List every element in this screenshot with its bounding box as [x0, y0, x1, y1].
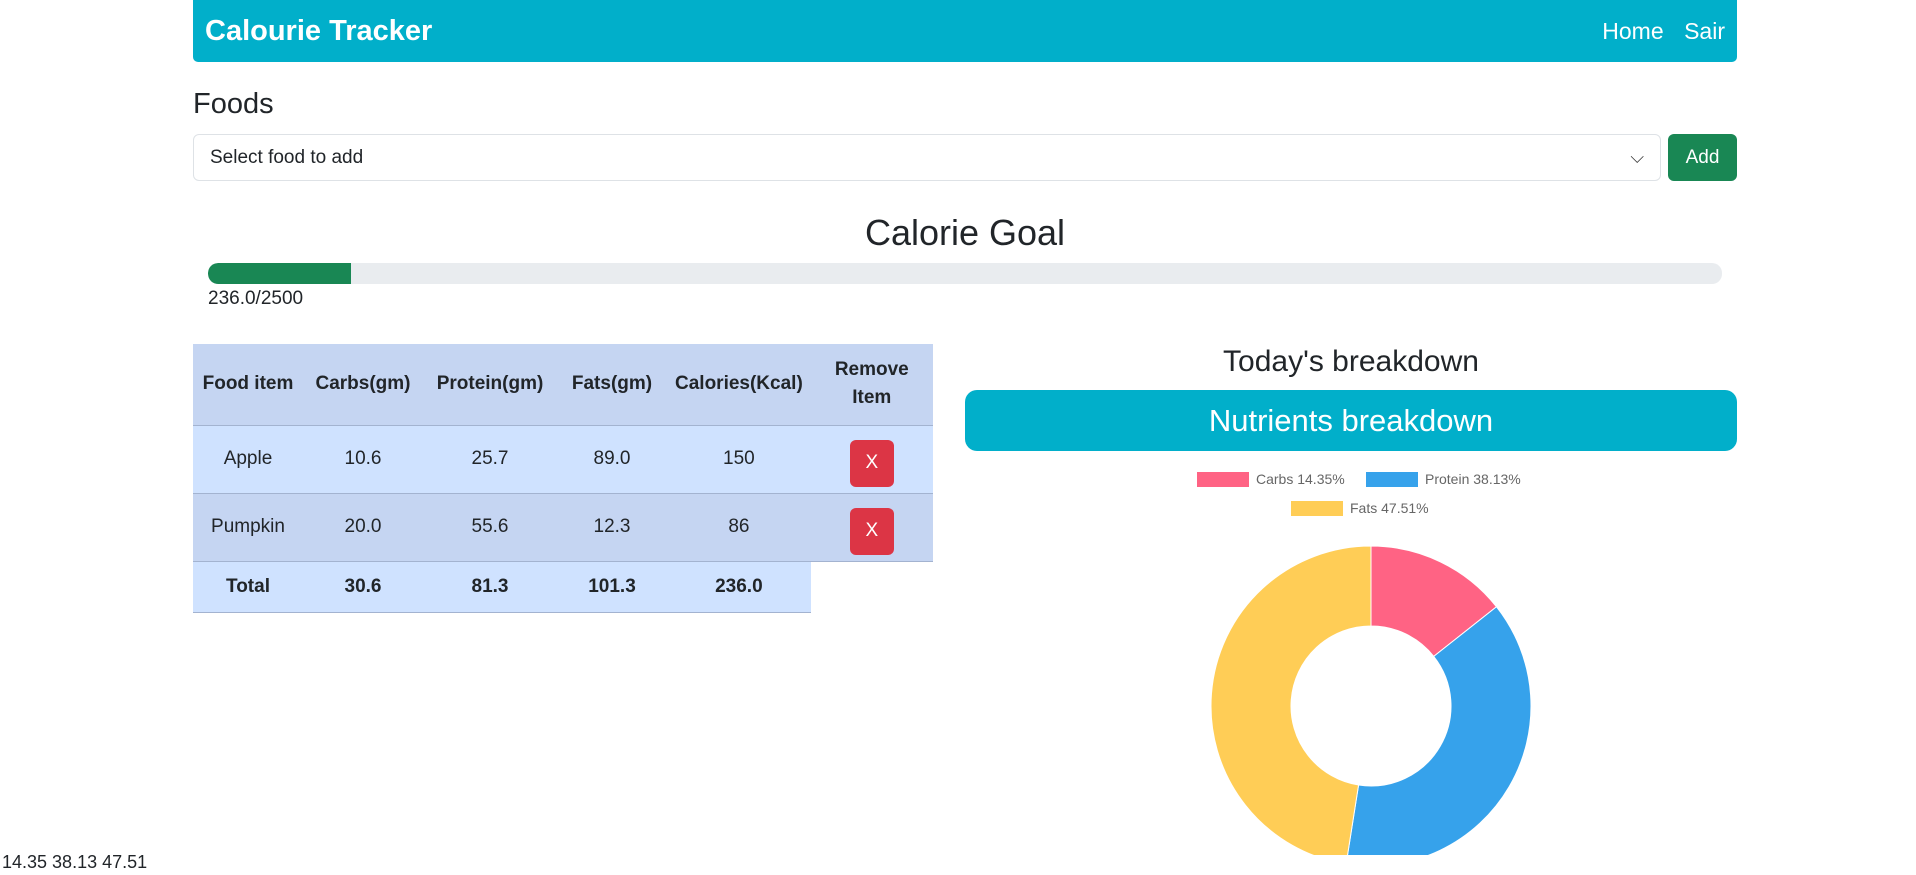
legend-carbs[interactable]: Carbs 14.35% [1197, 471, 1345, 487]
header-calories: Calories(Kcal) [667, 344, 811, 426]
legend-swatch [1366, 471, 1418, 487]
header-food: Food item [193, 344, 303, 426]
total-protein: 81.3 [423, 561, 557, 613]
donut-slice-fats[interactable] [1210, 545, 1372, 855]
total-empty [810, 561, 933, 612]
legend-protein[interactable]: Protein 38.13% [1366, 471, 1521, 487]
nutrients-donut-chart [1210, 545, 1532, 855]
cell-food: Pumpkin [193, 493, 303, 562]
nav-sair-link[interactable]: Sair [1684, 18, 1725, 44]
legend-fats[interactable]: Fats 47.51% [1291, 500, 1429, 516]
header-remove: Remove Item [810, 344, 933, 426]
header-fats: Fats(gm) [557, 344, 667, 426]
nav-home-link[interactable]: Home [1602, 18, 1663, 44]
cell-protein: 25.7 [423, 425, 557, 494]
foods-heading: Foods [193, 88, 274, 120]
cell-fats: 89.0 [557, 425, 667, 494]
cell-calories: 150 [667, 425, 811, 494]
add-button[interactable]: Add [1668, 134, 1737, 181]
remove-pumpkin-button[interactable]: X [849, 507, 894, 555]
legend-label: Fats 47.51% [1350, 500, 1429, 516]
progress-label: 236.0/2500 [208, 288, 304, 309]
cell-calories: 86 [667, 493, 811, 562]
food-select[interactable]: Select food to add ⌵ [193, 134, 1661, 181]
header-protein: Protein(gm) [423, 344, 557, 426]
cell-fats: 12.3 [557, 493, 667, 562]
total-label: Total [193, 561, 303, 613]
table-row: Apple 10.6 25.7 89.0 150 X [193, 425, 933, 494]
legend-swatch [1197, 471, 1249, 487]
cell-remove: X [810, 493, 933, 562]
brand[interactable]: Calourie Tracker [205, 15, 432, 48]
nav-links: Home Sair [1586, 18, 1725, 45]
cell-remove: X [810, 425, 933, 494]
total-calories: 236.0 [667, 561, 811, 613]
cell-food: Apple [193, 425, 303, 494]
legend-label: Protein 38.13% [1425, 471, 1521, 487]
legend-swatch [1291, 500, 1343, 516]
total-fats: 101.3 [557, 561, 667, 613]
breakdown-heading: Today's breakdown [1223, 345, 1479, 378]
food-select-value: Select food to add [210, 146, 364, 168]
calorie-progress-bar [208, 263, 1722, 284]
calorie-goal-heading: Calorie Goal [864, 212, 1066, 253]
cell-protein: 55.6 [423, 493, 557, 562]
food-table: Food item Carbs(gm) Protein(gm) Fats(gm)… [193, 344, 933, 613]
total-carbs: 30.6 [303, 561, 423, 613]
chevron-down-icon: ⌵ [1630, 147, 1644, 167]
debug-values-text: 14.35 38.13 47.51 [2, 852, 148, 872]
table-row: Pumpkin 20.0 55.6 12.3 86 X [193, 493, 933, 562]
total-row: Total 30.6 81.3 101.3 236.0 [193, 561, 933, 613]
navbar: Calourie Tracker Home Sair [193, 0, 1737, 62]
nutrients-banner: Nutrients breakdown [965, 390, 1737, 451]
header-carbs: Carbs(gm) [303, 344, 423, 426]
remove-apple-button[interactable]: X [849, 439, 894, 487]
progress-fill [208, 263, 351, 284]
legend-label: Carbs 14.35% [1256, 471, 1345, 487]
cell-carbs: 20.0 [303, 493, 423, 562]
cell-carbs: 10.6 [303, 425, 423, 494]
